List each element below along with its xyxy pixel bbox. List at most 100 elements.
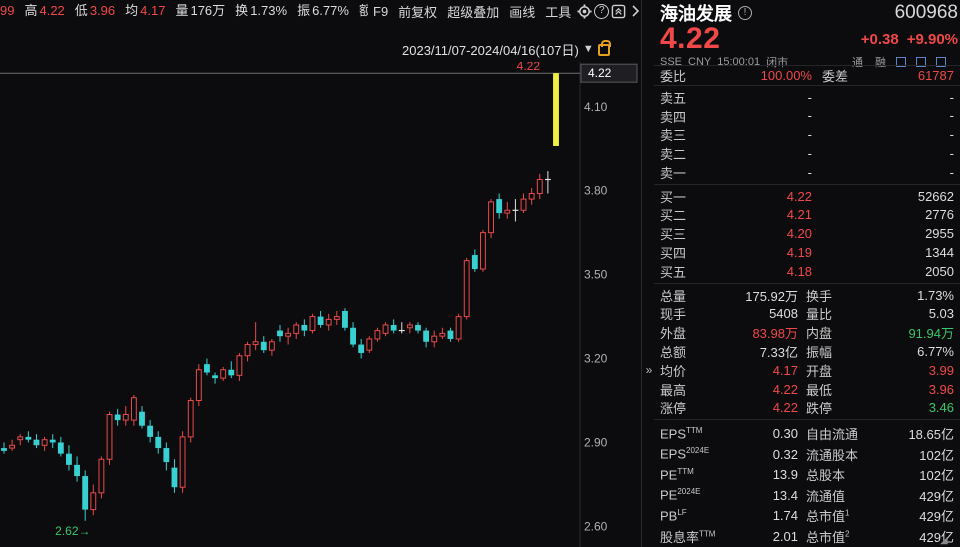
candle[interactable] (49, 434, 56, 449)
candle[interactable] (244, 341, 251, 362)
price-change: +0.38 +9.90% (853, 31, 958, 48)
order-book-row[interactable]: 卖四 - - (654, 107, 960, 126)
candle[interactable] (33, 434, 40, 449)
candle[interactable] (25, 431, 32, 443)
candle[interactable] (528, 187, 535, 205)
candle[interactable] (439, 327, 446, 339)
candle[interactable] (195, 364, 202, 407)
gear-icon[interactable] (577, 2, 592, 20)
stat-value: 5.03 (928, 306, 954, 322)
candle[interactable] (455, 313, 462, 342)
fullscreen-icon[interactable] (611, 2, 626, 20)
candle[interactable] (204, 358, 210, 376)
candle[interactable] (309, 313, 316, 334)
info-icon[interactable]: ! (738, 6, 752, 20)
candle[interactable] (488, 199, 494, 239)
order-book-row[interactable]: 买四 4.19 1344 (654, 243, 960, 262)
candle[interactable] (17, 434, 24, 446)
candle[interactable] (41, 436, 48, 451)
order-book-row[interactable]: 卖五 - - (654, 88, 960, 107)
f9-button[interactable]: F9 (368, 4, 393, 19)
candle[interactable] (122, 406, 129, 426)
candle[interactable] (187, 397, 194, 443)
candle[interactable] (98, 456, 105, 499)
candle[interactable] (285, 327, 292, 345)
quote-header: 海油发展 ! 600968 4.22 +0.38 +9.90% SSE CNY 1… (660, 2, 958, 70)
candle[interactable] (277, 324, 283, 342)
candle[interactable] (220, 366, 227, 381)
candle[interactable] (147, 420, 154, 443)
candle[interactable] (333, 310, 340, 325)
order-book-row[interactable]: 买二 4.21 2776 (654, 206, 960, 225)
candle[interactable] (82, 470, 89, 521)
candle[interactable] (9, 439, 16, 451)
candle[interactable] (463, 257, 470, 320)
order-book-row[interactable]: 卖二 - - (654, 144, 960, 163)
candle[interactable] (179, 431, 186, 493)
candle[interactable] (350, 322, 356, 348)
candle[interactable] (301, 319, 308, 337)
draw-line-button[interactable]: 画线 (504, 2, 540, 21)
candle[interactable] (398, 322, 405, 334)
order-book-row[interactable]: 买三 4.20 2955 (654, 224, 960, 243)
candle[interactable] (252, 322, 259, 351)
candle[interactable] (512, 199, 519, 222)
candle[interactable] (366, 336, 373, 353)
candle[interactable] (325, 313, 332, 331)
kline-chart-pane[interactable]: 99高4.22低3.96均4.17量176万换1.73%振6.77%额7.33亿… (0, 0, 642, 547)
candle[interactable] (536, 173, 543, 200)
candle[interactable] (358, 338, 365, 359)
help-icon[interactable]: ? (594, 2, 610, 20)
candle[interactable] (423, 327, 430, 348)
candle[interactable] (496, 193, 503, 219)
order-book-row[interactable]: 买五 4.18 2050 (654, 262, 960, 281)
lock-icon[interactable] (597, 40, 611, 56)
candle[interactable] (106, 411, 113, 465)
price-adjust-button[interactable]: 前复权 (393, 2, 442, 21)
candle[interactable] (171, 459, 178, 493)
candle[interactable] (66, 445, 72, 471)
resize-corner-icon[interactable]: ◢ (940, 535, 952, 546)
candle[interactable] (471, 249, 478, 272)
order-book-row[interactable]: 卖一 - - (654, 163, 960, 182)
candle[interactable] (212, 372, 218, 384)
candle[interactable] (155, 431, 162, 454)
candle[interactable] (415, 322, 421, 334)
candle[interactable] (1, 442, 7, 454)
candle[interactable] (431, 330, 438, 348)
candle[interactable] (553, 73, 559, 146)
candle[interactable] (520, 193, 527, 214)
candle[interactable] (130, 394, 137, 426)
candle[interactable] (57, 436, 64, 457)
candle[interactable] (544, 171, 551, 194)
candle[interactable] (406, 322, 413, 334)
candle[interactable] (236, 352, 243, 381)
candle[interactable] (268, 338, 275, 356)
candlestick-chart[interactable]: 4.10 3.80 3.50 3.20 2.90 2.60 4.22 4.22 2.62→ (0, 62, 642, 547)
candle[interactable] (293, 322, 300, 339)
stat-label: 量比 (806, 307, 833, 323)
order-book-row[interactable]: 卖三 - - (654, 125, 960, 144)
tools-button[interactable]: 工具 (540, 2, 576, 21)
candle[interactable] (342, 308, 348, 331)
candle[interactable] (139, 406, 145, 429)
chevron-right-icon[interactable] (628, 2, 641, 20)
order-book-row[interactable]: 买一 4.22 52662 (654, 187, 960, 206)
candle[interactable] (90, 484, 97, 516)
candle[interactable] (74, 456, 80, 482)
candle[interactable] (163, 442, 170, 471)
candle[interactable] (447, 327, 454, 342)
candle[interactable] (504, 201, 511, 219)
candle[interactable] (382, 322, 389, 337)
super-overlay-button[interactable]: 超级叠加 (442, 2, 504, 21)
candle[interactable] (260, 336, 267, 353)
date-range-selector[interactable]: 2023/11/07-2024/04/16(107日) ▼ (402, 40, 611, 58)
candle[interactable] (390, 319, 397, 334)
triangle-down-icon[interactable]: ▼ (583, 43, 594, 55)
candle[interactable] (374, 327, 381, 342)
candle[interactable] (228, 361, 235, 379)
fund-label: EPS2024E (660, 446, 710, 462)
candle[interactable] (480, 229, 486, 272)
candle[interactable] (114, 408, 121, 426)
candle[interactable] (317, 310, 324, 328)
